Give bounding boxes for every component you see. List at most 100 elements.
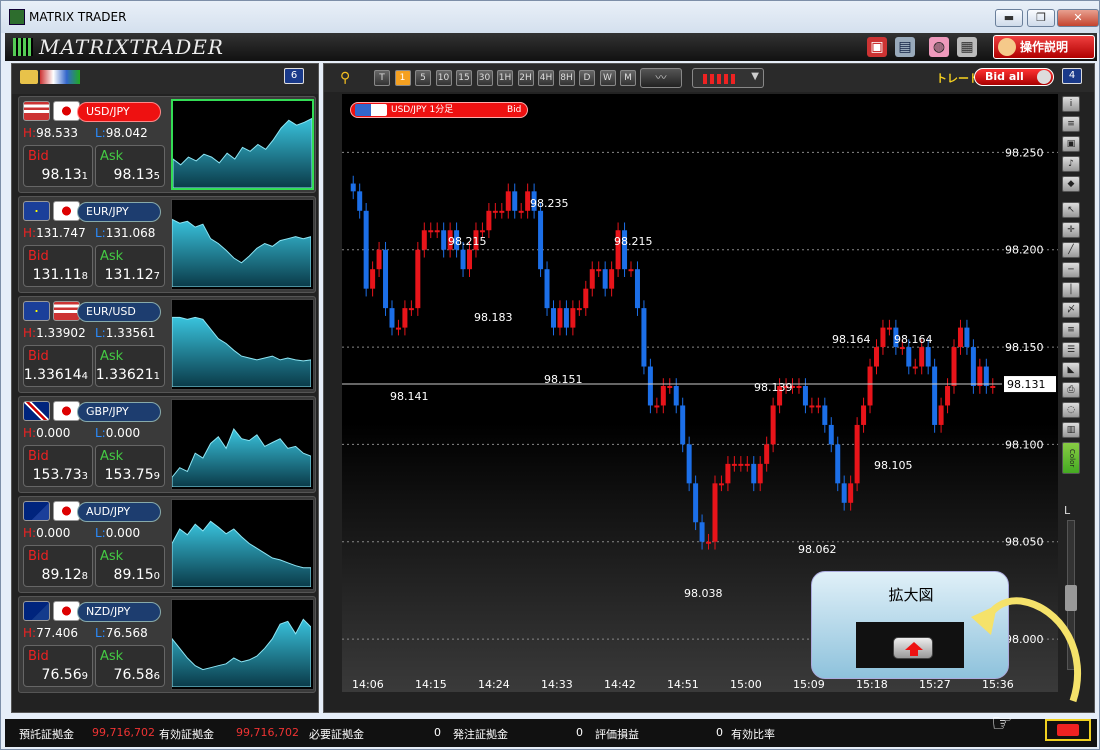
ask-box[interactable]: Ask 1.336211: [95, 345, 165, 387]
pair-name[interactable]: NZD/JPY: [77, 602, 161, 622]
bid-box[interactable]: Bid 1.336144: [23, 345, 93, 387]
timeframe-d[interactable]: D: [579, 70, 595, 86]
ask-box[interactable]: Ask 98.135: [95, 145, 165, 187]
timeframe-5[interactable]: 5: [415, 70, 431, 86]
sparkline-chart[interactable]: [171, 99, 314, 190]
timeframe-w[interactable]: W: [599, 70, 616, 86]
ask-price: 76.586: [114, 667, 160, 683]
timeframe-1[interactable]: 1: [394, 70, 411, 86]
candle-body: [867, 366, 873, 406]
sparkline-chart[interactable]: [171, 399, 314, 490]
pair-name[interactable]: AUD/JPY: [77, 502, 161, 522]
flags-icon[interactable]: [40, 70, 80, 84]
minimize-button[interactable]: ▬: [995, 9, 1023, 27]
palette-icon[interactable]: ◍: [929, 37, 949, 57]
pair-card-gbp-jpy[interactable]: GBP/JPY H:0.000 L:0.000 Bid 153.733 Ask 153.75…: [18, 396, 316, 493]
bid-box[interactable]: Bid 89.128: [23, 545, 93, 587]
low-value: 0.000: [105, 426, 141, 440]
ask-box[interactable]: Ask 131.127: [95, 245, 165, 287]
ask-main: 98.13: [113, 167, 154, 183]
nz-flag-icon: [23, 601, 50, 621]
fan-icon[interactable]: ◣: [1062, 362, 1080, 378]
channel-icon[interactable]: ≡: [1062, 322, 1080, 338]
timeframe-10[interactable]: 10: [435, 70, 452, 86]
bid-box[interactable]: Bid 76.569: [23, 645, 93, 687]
zoom-search-icon[interactable]: ⚲: [340, 70, 362, 86]
toolbox-icon[interactable]: ▣: [867, 37, 887, 57]
printer-icon[interactable]: ▦: [957, 37, 977, 57]
trendline-icon[interactable]: ╱: [1062, 242, 1080, 258]
candle-body: [802, 386, 808, 406]
bell-icon[interactable]: ♪: [1062, 156, 1080, 172]
candle-body: [602, 269, 608, 289]
status-value: 99,716,702: [92, 726, 155, 739]
pair-card-aud-jpy[interactable]: AUD/JPY H:0.000 L:0.000 Bid 89.128 Ask 89.150: [18, 496, 316, 593]
trash-icon[interactable]: ▥: [1062, 422, 1080, 438]
fib-retrace-icon[interactable]: ☰: [1062, 342, 1080, 358]
timeframe-t[interactable]: T: [374, 70, 390, 86]
order-panel-button[interactable]: [1045, 719, 1091, 741]
pair-card-nzd-jpy[interactable]: NZD/JPY H:77.406 L:76.568 Bid 76.569 Ask 76.58…: [18, 596, 316, 693]
close-button[interactable]: ✕: [1057, 9, 1099, 27]
print-tool-icon[interactable]: ⎙: [1062, 382, 1080, 398]
ask-box[interactable]: Ask 89.150: [95, 545, 165, 587]
palette-icon[interactable]: ◆: [1062, 176, 1080, 192]
title-bar: MATRIX TRADER ▬ ❐ ✕: [1, 1, 1099, 33]
timeframe-1h[interactable]: 1H: [497, 70, 513, 86]
candle-body: [848, 483, 854, 503]
pair-name[interactable]: USD/JPY: [77, 102, 161, 122]
pair-name[interactable]: GBP/JPY: [77, 402, 161, 422]
pair-high: H:131.747: [23, 226, 86, 240]
fibonacci-icon[interactable]: 〆: [1062, 302, 1080, 318]
order-arrow-button[interactable]: [893, 637, 933, 659]
chart-type-select[interactable]: ▼: [692, 68, 764, 88]
pair-name[interactable]: EUR/USD: [77, 302, 161, 322]
sort-icon[interactable]: ≡: [1062, 116, 1080, 132]
bid-price: 131.118: [33, 267, 88, 283]
folder-icon[interactable]: [20, 70, 38, 84]
info-icon[interactable]: i: [1062, 96, 1080, 112]
timeframe-30[interactable]: 30: [476, 70, 493, 86]
indicator-icon[interactable]: 〰: [640, 68, 682, 88]
timeframe-15[interactable]: 15: [456, 70, 472, 86]
help-button[interactable]: 操作説明: [993, 35, 1095, 59]
eraser-icon[interactable]: ◌: [1062, 402, 1080, 418]
pair-name[interactable]: EUR/JPY: [77, 202, 161, 222]
pair-card-eur-usd[interactable]: EUR/USD H:1.33902 L:1.33561 Bid 1.336144 Ask 1…: [18, 296, 316, 393]
bid-all-toggle[interactable]: Bid all: [974, 68, 1054, 86]
timeframe-8h[interactable]: 8H: [558, 70, 575, 86]
candle-body: [628, 269, 634, 272]
pair-card-usd-jpy[interactable]: USD/JPY H:98.533 L:98.042 Bid 98.131 Ask 98.13…: [18, 96, 316, 193]
maximize-button[interactable]: ❐: [1027, 9, 1055, 27]
timeframe-4h[interactable]: 4H: [538, 70, 554, 86]
logo-mark-icon: [13, 38, 33, 56]
candle-body: [964, 327, 970, 348]
sparkline-chart[interactable]: [171, 199, 314, 290]
candle-body: [512, 191, 518, 211]
pair-flags: [23, 401, 80, 421]
vertical-line-icon[interactable]: │: [1062, 282, 1080, 298]
timeframe-m[interactable]: M: [620, 70, 636, 86]
horizontal-line-icon[interactable]: ─: [1062, 262, 1080, 278]
save-icon[interactable]: ▤: [895, 37, 915, 57]
sparkline-chart[interactable]: [171, 499, 314, 590]
bid-box[interactable]: Bid 131.118: [23, 245, 93, 287]
ask-box[interactable]: Ask 153.759: [95, 445, 165, 487]
cursor-icon[interactable]: ↖: [1062, 202, 1080, 218]
bid-box[interactable]: Bid 153.733: [23, 445, 93, 487]
candle-body: [912, 366, 918, 369]
image-icon[interactable]: ▣: [1062, 136, 1080, 152]
status-label: 有効証拠金: [159, 728, 214, 741]
bid-pip: 8: [81, 571, 88, 582]
color-icon[interactable]: Color: [1062, 442, 1080, 474]
sparkline-chart[interactable]: [171, 299, 314, 390]
sparkline-chart[interactable]: [171, 599, 314, 690]
crosshair-icon[interactable]: ✛: [1062, 222, 1080, 238]
candle-body: [654, 405, 660, 408]
timeframe-2h[interactable]: 2H: [517, 70, 534, 86]
candle-body: [725, 463, 731, 484]
ask-box[interactable]: Ask 76.586: [95, 645, 165, 687]
bid-box[interactable]: Bid 98.131: [23, 145, 93, 187]
candle-body: [467, 249, 473, 270]
pair-card-eur-jpy[interactable]: EUR/JPY H:131.747 L:131.068 Bid 131.118 Ask 13…: [18, 196, 316, 293]
